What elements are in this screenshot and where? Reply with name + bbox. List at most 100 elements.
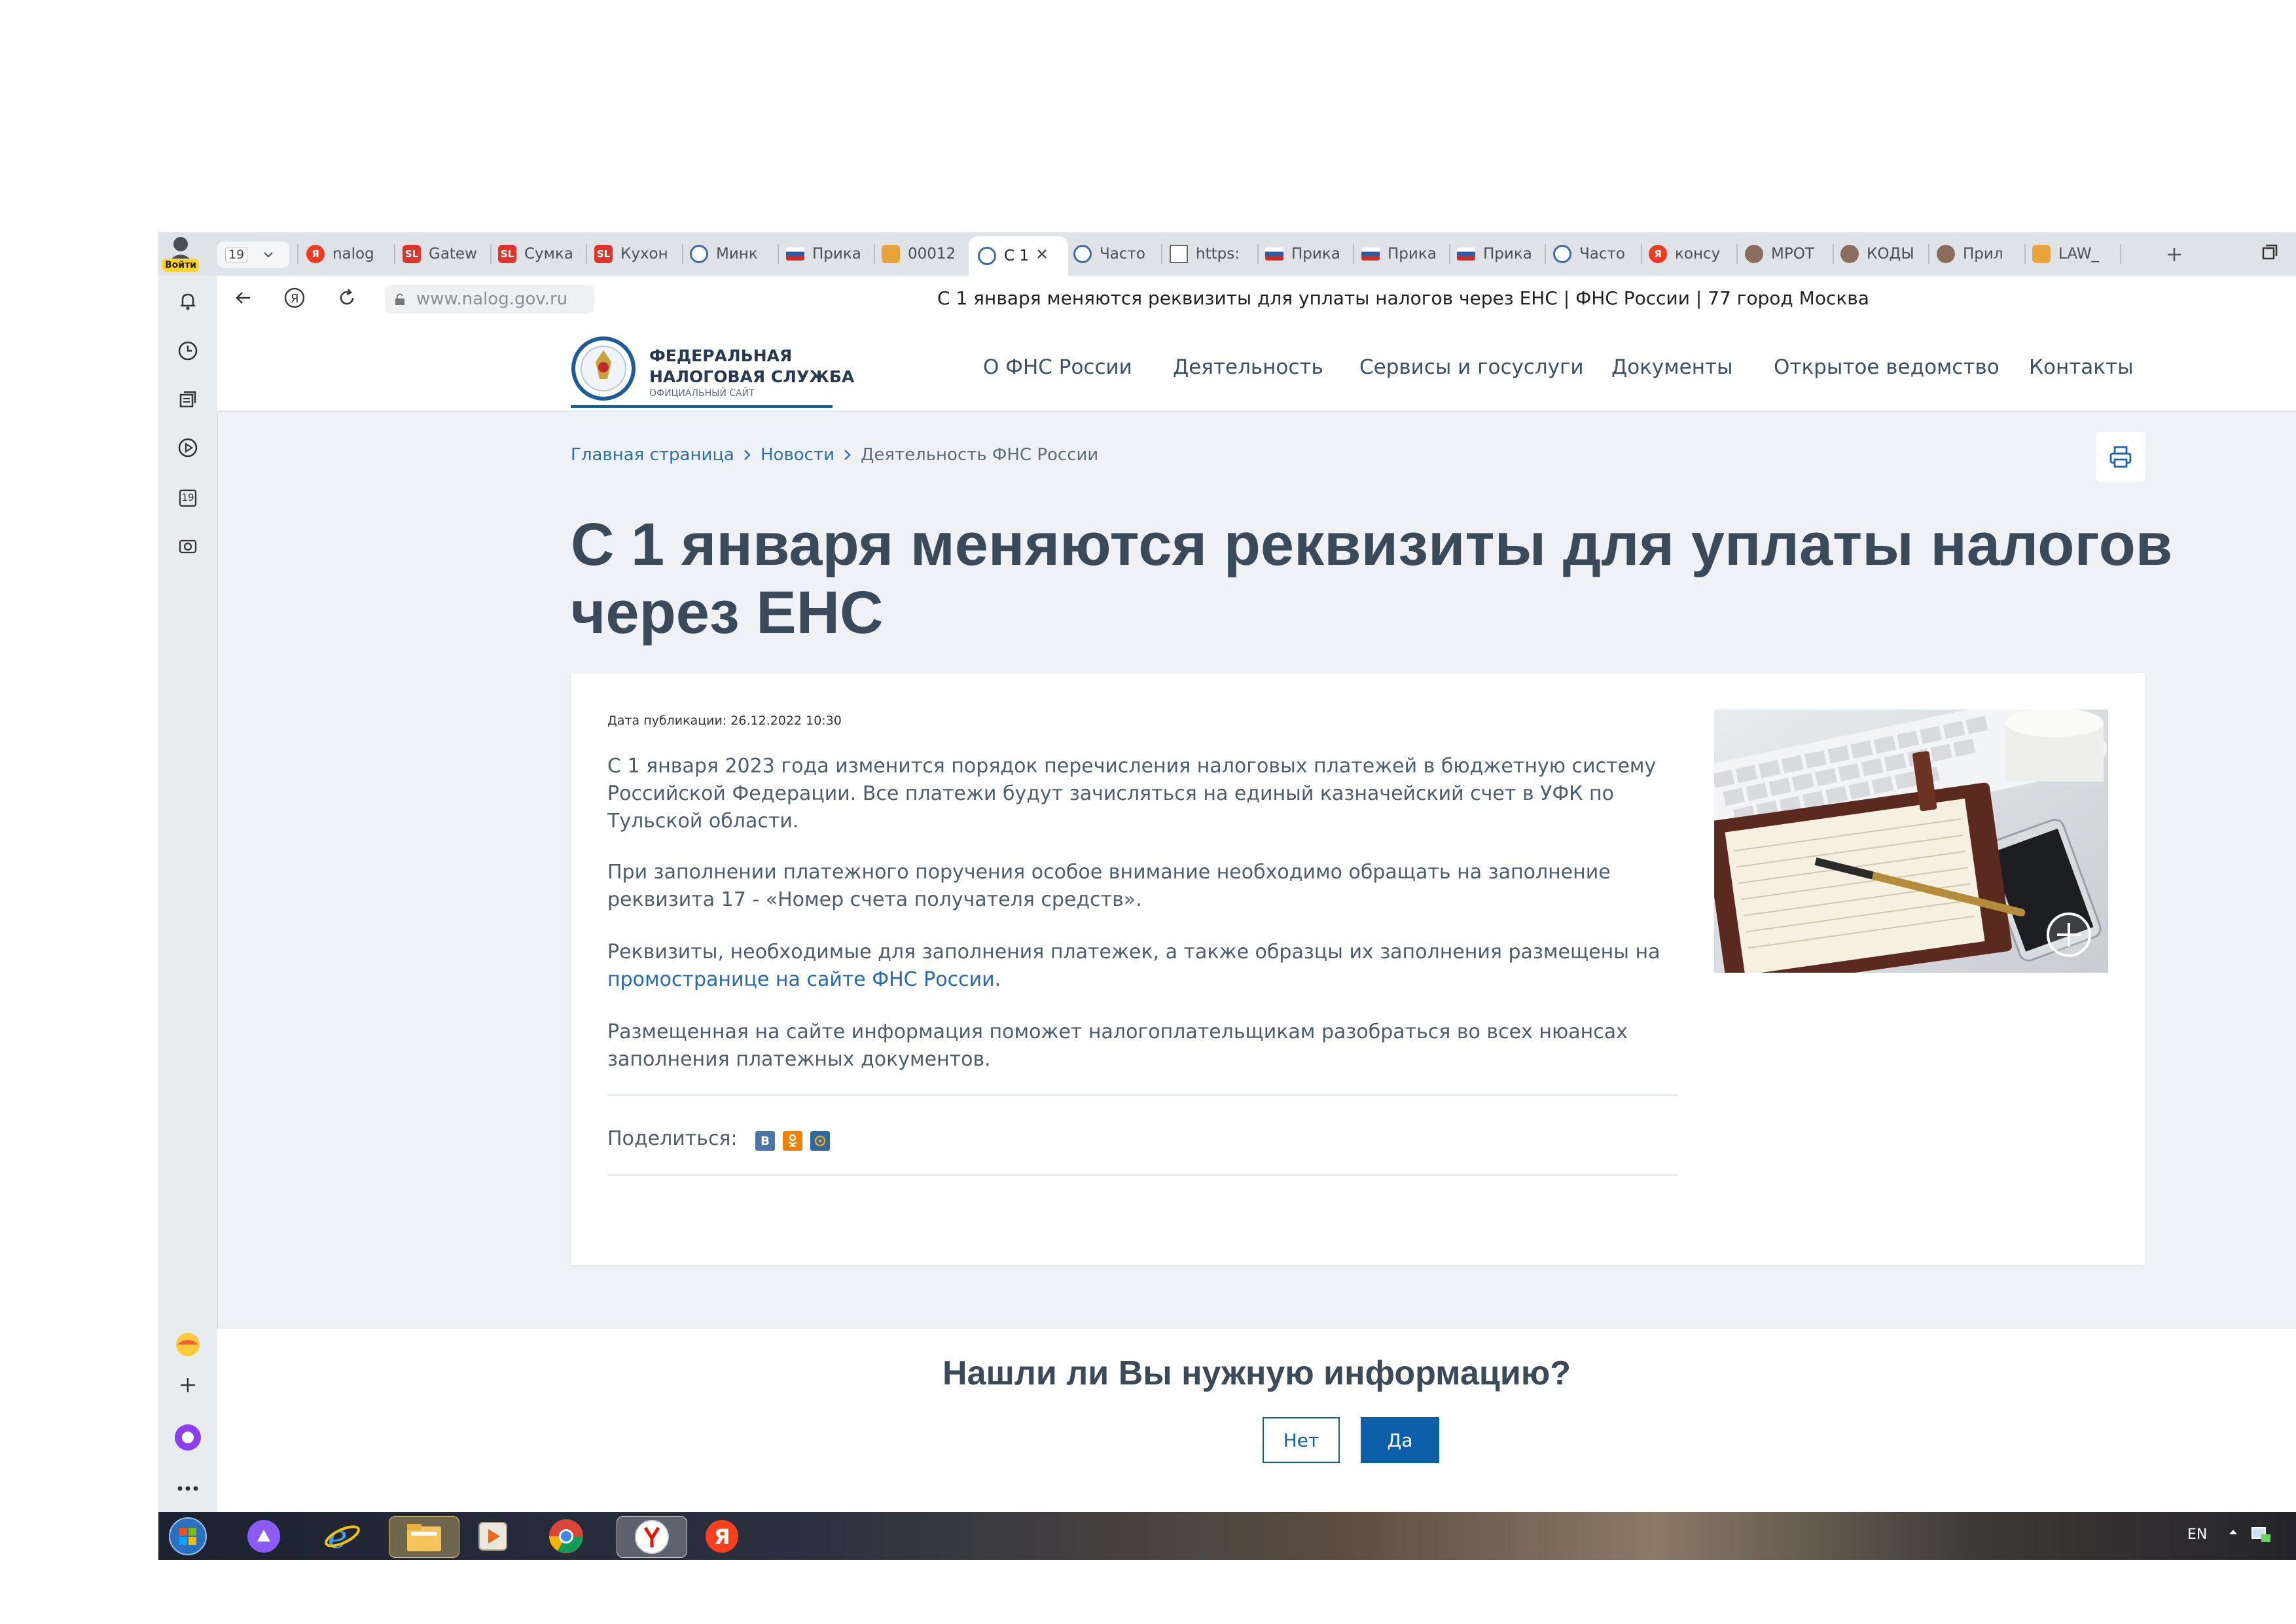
browser-tab-label: Часто: [1100, 245, 1145, 262]
plus-icon: [181, 1378, 195, 1392]
page-title-bar: С 1 января меняются реквизиты для уплаты…: [937, 287, 1869, 309]
tab-counter-button[interactable]: 19: [217, 242, 289, 268]
taskbar-yandex-browser[interactable]: [617, 1516, 687, 1558]
browser-tab[interactable]: Прика: [1265, 239, 1344, 269]
tab-separator: [1353, 244, 1354, 264]
share-mailru-button[interactable]: [810, 1131, 830, 1151]
share-vk-button[interactable]: В: [755, 1131, 775, 1151]
feedback-no-button[interactable]: Нет: [1263, 1417, 1340, 1463]
nav-open-agency[interactable]: Открытое ведомство: [1774, 355, 2000, 379]
browser-tab[interactable]: Яnalog: [306, 239, 385, 269]
browser-tab[interactable]: Минк: [690, 239, 768, 269]
tab-separator: [874, 244, 875, 264]
play-icon: [178, 438, 198, 458]
divider-top: [607, 1094, 1678, 1096]
calendar-button[interactable]: 19: [173, 482, 203, 513]
browser-tab[interactable]: МРОТ: [1745, 239, 1823, 269]
tab-counter: 19: [225, 247, 248, 262]
taskbar-ie[interactable]: e: [322, 1516, 363, 1557]
browser-tab[interactable]: Прика: [1457, 239, 1535, 269]
close-tab-icon[interactable]: [1035, 247, 1049, 264]
mailru-icon: [814, 1135, 826, 1147]
breadcrumb-current: Деятельность ФНС России: [861, 445, 1099, 465]
vk-icon: В: [761, 1134, 770, 1148]
breadcrumb-home[interactable]: Главная страница: [571, 445, 734, 465]
zen-icon: [176, 1333, 200, 1356]
nav-services[interactable]: Сервисы и госуслуги: [1359, 355, 1583, 379]
promo-page-link[interactable]: промостранице на сайте ФНС России: [607, 968, 995, 991]
video-button[interactable]: [173, 433, 203, 463]
collections-button[interactable]: [173, 384, 203, 414]
browser-tab[interactable]: Яконсу: [1649, 239, 1727, 269]
tab-separator: [490, 244, 492, 264]
browser-tab[interactable]: Прика: [786, 239, 865, 269]
browser-tab[interactable]: SL Gatew: [403, 239, 481, 269]
tab-separator: [1736, 244, 1738, 264]
start-button[interactable]: [168, 1516, 208, 1557]
nav-documents[interactable]: Документы: [1611, 355, 1733, 379]
nav-about[interactable]: О ФНС России: [983, 355, 1132, 379]
browser-tab[interactable]: Прил: [1937, 239, 2015, 269]
browser-tab[interactable]: КОДЫ: [1840, 239, 1919, 269]
browser-tab[interactable]: https:: [1170, 239, 1248, 269]
browser-tab-label: Gatew: [429, 245, 477, 262]
alice-button[interactable]: [173, 1422, 203, 1453]
tab-separator: [394, 244, 395, 264]
taskbar-explorer[interactable]: [389, 1516, 459, 1558]
browser-tab[interactable]: SL Сумка: [498, 239, 577, 269]
zen-button[interactable]: [173, 1329, 203, 1360]
browser-tab-label: Прика: [1291, 245, 1340, 262]
browser-tab[interactable]: С 1: [969, 236, 1068, 276]
breadcrumb-news[interactable]: Новости: [761, 445, 834, 465]
headline-line-1: С 1 января меняются реквизиты для уплаты…: [571, 511, 2173, 578]
clock-icon: [178, 341, 198, 361]
back-button[interactable]: [232, 286, 258, 312]
browser-tab-label: Прика: [812, 245, 861, 262]
share-ok-button[interactable]: [783, 1131, 802, 1151]
nav-contacts[interactable]: Контакты: [2029, 355, 2134, 379]
article-paragraph-1: С 1 января 2023 года изменится порядок п…: [607, 755, 1657, 833]
more-button[interactable]: [173, 1473, 203, 1504]
collections-icon: [179, 391, 196, 408]
taskbar-media-player[interactable]: [473, 1516, 513, 1557]
feedback-question: Нашли ли Вы нужную информацию?: [942, 1354, 1571, 1392]
profile-login-label: Войти: [162, 259, 199, 272]
browser-tab[interactable]: SL Кухон: [594, 239, 673, 269]
avatar-icon: [1937, 245, 1955, 263]
reload-button[interactable]: [335, 286, 361, 312]
screenshot-button[interactable]: [173, 531, 203, 561]
browser-tab[interactable]: Часто: [1553, 239, 1632, 269]
url-text: www.nalog.gov.ru: [416, 289, 568, 309]
flag-icon: [1265, 247, 1283, 261]
article-image[interactable]: [1714, 710, 2108, 973]
notifications-button[interactable]: [173, 286, 203, 316]
feedback-yes-button[interactable]: Да: [1361, 1417, 1439, 1463]
profile-button[interactable]: Войти: [162, 235, 199, 273]
print-button[interactable]: [2096, 432, 2145, 482]
yandex-home-button[interactable]: Я: [283, 286, 309, 312]
history-button[interactable]: [173, 336, 203, 366]
taskbar-chrome[interactable]: [546, 1516, 586, 1557]
taskbar-alice[interactable]: [243, 1516, 284, 1557]
taskbar-yandex[interactable]: Я: [702, 1516, 742, 1557]
new-tab-button[interactable]: [2162, 243, 2186, 266]
nav-activity[interactable]: Деятельность: [1173, 355, 1323, 379]
paragraph-3-end: .: [994, 968, 1001, 991]
browser-tab[interactable]: Прика: [1361, 239, 1440, 269]
url-field[interactable]: www.nalog.gov.ru: [385, 285, 594, 314]
site-logo[interactable]: ФЕДЕРАЛЬНАЯ НАЛОГОВАЯ СЛУЖБА ОФИЦИАЛЬНЫЙ…: [571, 332, 854, 408]
article-headline: С 1 января меняются реквизиты для уплаты…: [571, 511, 2172, 647]
browser-tab[interactable]: LAW_: [2032, 239, 2111, 269]
tray-expand-button[interactable]: [2227, 1525, 2242, 1545]
tab-separator: [1257, 244, 1259, 264]
browser-tab[interactable]: 00012: [882, 239, 960, 269]
browser-tab[interactable]: Часто: [1073, 239, 1152, 269]
tab-separator: [778, 244, 779, 264]
add-panel-button[interactable]: [173, 1370, 203, 1400]
language-indicator[interactable]: EN: [2187, 1526, 2207, 1543]
tray-network[interactable]: [2250, 1524, 2276, 1547]
emblem-icon: [1073, 245, 1092, 263]
feedback-yes-label: Да: [1387, 1429, 1413, 1451]
tab-menu-button[interactable]: [2259, 243, 2283, 266]
avatar-icon: [169, 237, 192, 261]
